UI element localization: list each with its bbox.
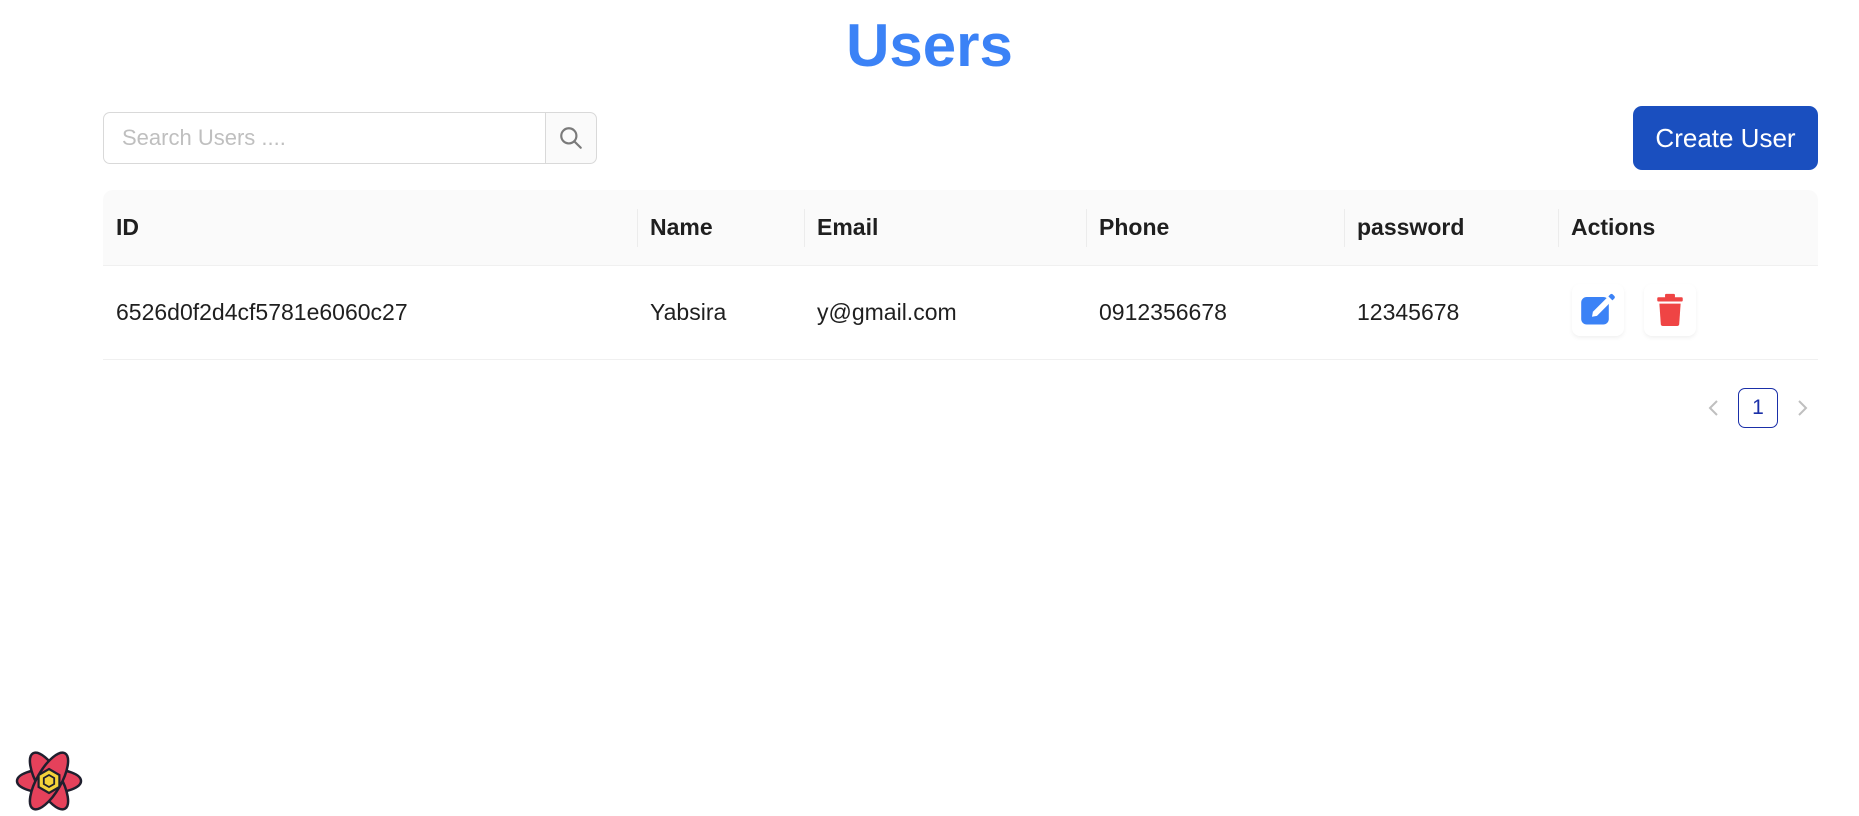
cell-email: y@gmail.com — [817, 299, 957, 325]
search-bar — [103, 112, 597, 164]
users-table: ID Name Email Phone password Actions 652… — [103, 190, 1818, 360]
react-devtools-button[interactable] — [14, 750, 84, 812]
search-button[interactable] — [545, 112, 597, 164]
next-page-button[interactable] — [1790, 388, 1816, 428]
search-input[interactable] — [103, 112, 546, 164]
table-row: 6526d0f2d4cf5781e6060c27 Yabsira y@gmail… — [103, 266, 1818, 360]
cell-password: 12345678 — [1357, 299, 1460, 325]
search-icon — [560, 127, 582, 149]
delete-user-button[interactable] — [1644, 284, 1696, 336]
users-page: Users Create User ID Name Email Phone pa… — [0, 0, 1859, 816]
cell-name: Yabsira — [650, 299, 727, 325]
column-header-actions: Actions — [1571, 214, 1656, 240]
cell-id: 6526d0f2d4cf5781e6060c27 — [116, 299, 408, 325]
column-header-email[interactable]: Email — [804, 190, 1086, 265]
column-header-name[interactable]: Name — [637, 190, 804, 265]
prev-page-button[interactable] — [1700, 388, 1726, 428]
column-header-phone[interactable]: Phone — [1086, 190, 1344, 265]
column-header-id[interactable]: ID — [103, 190, 637, 265]
page-button-1[interactable]: 1 — [1738, 388, 1778, 428]
table-header: ID Name Email Phone password Actions — [103, 190, 1818, 266]
trash-icon — [1657, 293, 1683, 327]
chevron-left-icon — [1708, 400, 1718, 416]
pagination: 1 — [1700, 388, 1816, 428]
cell-phone: 0912356678 — [1099, 299, 1227, 325]
create-user-button[interactable]: Create User — [1633, 106, 1818, 170]
page-title: Users — [846, 12, 1013, 79]
edit-user-button[interactable] — [1572, 284, 1624, 336]
react-atom-icon — [15, 751, 83, 811]
edit-icon — [1581, 293, 1615, 325]
chevron-right-icon — [1798, 400, 1808, 416]
column-header-password[interactable]: password — [1344, 190, 1558, 265]
